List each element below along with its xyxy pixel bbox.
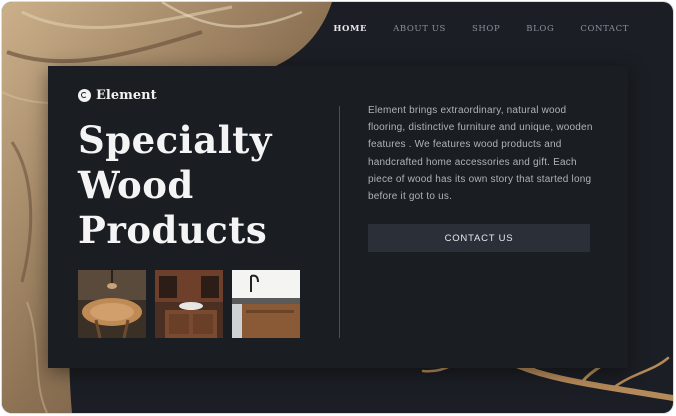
hero-title-line-1: Specialty [78,118,272,162]
nav-shop[interactable]: SHOP [472,24,500,34]
hero-title: Specialty Wood Products [78,118,272,253]
nav-home[interactable]: HOME [333,24,367,34]
nav-about-us[interactable]: ABOUT US [393,24,446,34]
wood-table-photo[interactable] [78,270,146,338]
contact-us-button[interactable]: CONTACT US [368,224,590,252]
nav-blog[interactable]: BLOG [526,24,554,34]
kitchen-sink-photo[interactable] [232,270,300,338]
nav-contact[interactable]: CONTACT [580,24,629,34]
hero-title-line-2: Wood [78,163,194,207]
hero-card: Element Specialty Wood Products Element … [48,66,628,368]
logo-icon [78,89,91,102]
brand-logo[interactable]: Element [78,88,157,103]
hero-description: Element brings extraordinary, natural wo… [368,105,593,203]
vertical-divider [339,106,340,338]
page-frame: HOME ABOUT US SHOP BLOG CONTACT Element … [2,2,673,413]
bathroom-vanity-photo[interactable] [155,270,223,338]
product-thumbnails [78,270,300,338]
hero-title-line-3: Products [78,208,268,252]
brand-name: Element [96,88,157,103]
main-nav: HOME ABOUT US SHOP BLOG CONTACT [333,24,629,34]
